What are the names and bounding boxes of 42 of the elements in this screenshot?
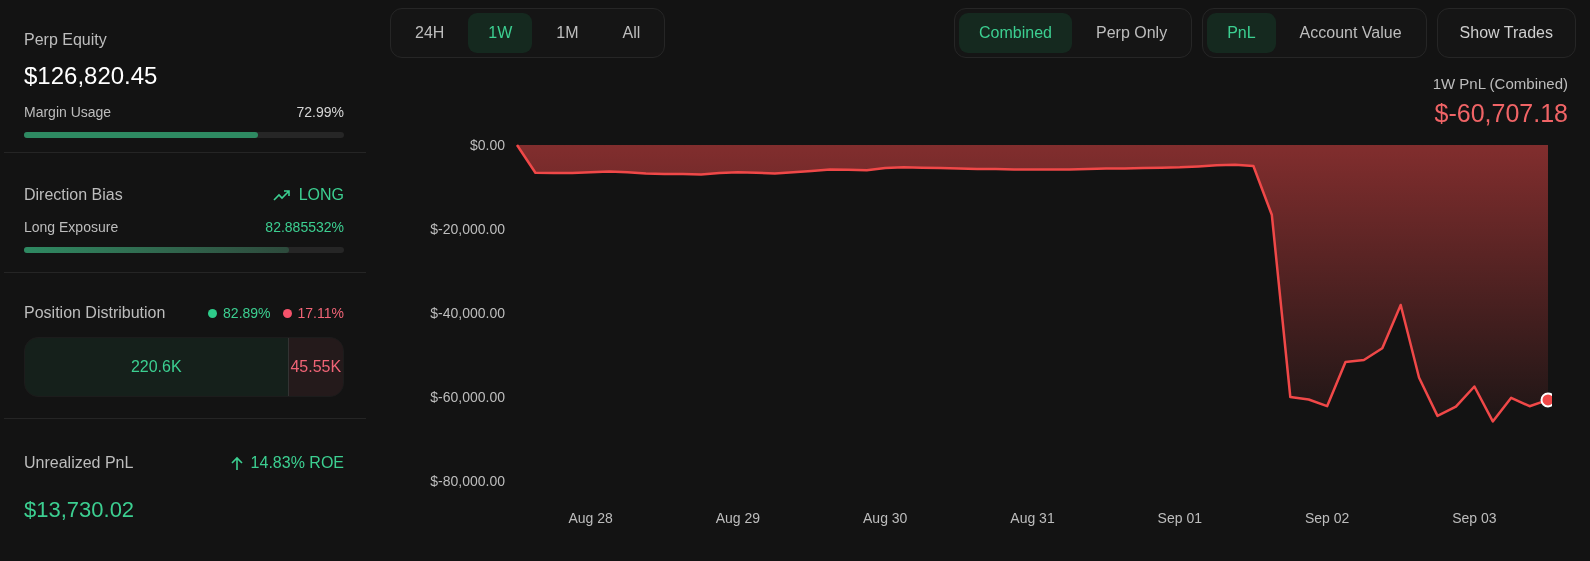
y-axis-label: $-80,000.00 xyxy=(430,472,505,489)
long-share: 82.89% xyxy=(223,303,271,323)
y-axis-label: $-20,000.00 xyxy=(430,220,505,237)
direction-value: LONG xyxy=(298,185,344,205)
x-axis-label: Aug 30 xyxy=(863,509,908,526)
trend-up-icon xyxy=(272,189,291,201)
source-tab[interactable]: Perp Only xyxy=(1076,13,1188,53)
short-share: 17.11% xyxy=(297,303,344,323)
metric-tab[interactable]: Account Value xyxy=(1279,13,1422,53)
long-exposure-label: Long Exposure xyxy=(24,218,119,237)
margin-usage-value: 72.99% xyxy=(296,103,344,122)
short-value: 45.55K xyxy=(290,357,342,377)
y-axis-label: $0.00 xyxy=(469,136,505,153)
x-axis-label: Sep 03 xyxy=(1452,509,1497,526)
metric-tab[interactable]: PnL xyxy=(1207,13,1276,53)
x-axis-label: Aug 31 xyxy=(1010,509,1055,526)
time-range-tab[interactable]: 1M xyxy=(536,13,599,53)
roe-value: 14.83% ROE xyxy=(250,453,344,473)
equity-label: Perp Equity xyxy=(24,30,108,50)
unrealized-pnl-value: $13,730.02 xyxy=(24,496,136,524)
last-point-marker xyxy=(1540,391,1552,407)
show-trades-button[interactable]: Show Trades xyxy=(1436,8,1576,58)
time-range-tab[interactable]: 1W xyxy=(468,13,533,53)
y-axis-label: $-60,000.00 xyxy=(430,388,505,405)
chart-value: $-60,707.18 xyxy=(1434,97,1568,129)
margin-usage-label: Margin Usage xyxy=(24,103,112,122)
time-range-tab[interactable]: 24H xyxy=(395,13,465,53)
long-value: 220.6K xyxy=(130,357,182,377)
x-axis-label: Sep 01 xyxy=(1157,509,1202,526)
x-axis-label: Sep 02 xyxy=(1304,509,1350,526)
distribution-label: Position Distribution xyxy=(24,303,166,323)
time-range-tab[interactable]: All xyxy=(602,13,661,53)
equity-value: $126,820.45 xyxy=(24,61,159,91)
long-exposure-value: 82.885532% xyxy=(265,218,344,237)
direction-bias-label: Direction Bias xyxy=(24,185,123,205)
y-axis-label: $-40,000.00 xyxy=(430,304,505,321)
source-tab[interactable]: Combined xyxy=(959,13,1072,53)
x-axis-label: Aug 29 xyxy=(715,509,761,526)
chart-title: 1W PnL (Combined) xyxy=(1432,74,1568,94)
arrow-up-icon xyxy=(230,455,243,471)
x-axis-label: Aug 28 xyxy=(568,509,613,526)
unrealized-pnl-label: Unrealized PnL xyxy=(24,453,134,473)
